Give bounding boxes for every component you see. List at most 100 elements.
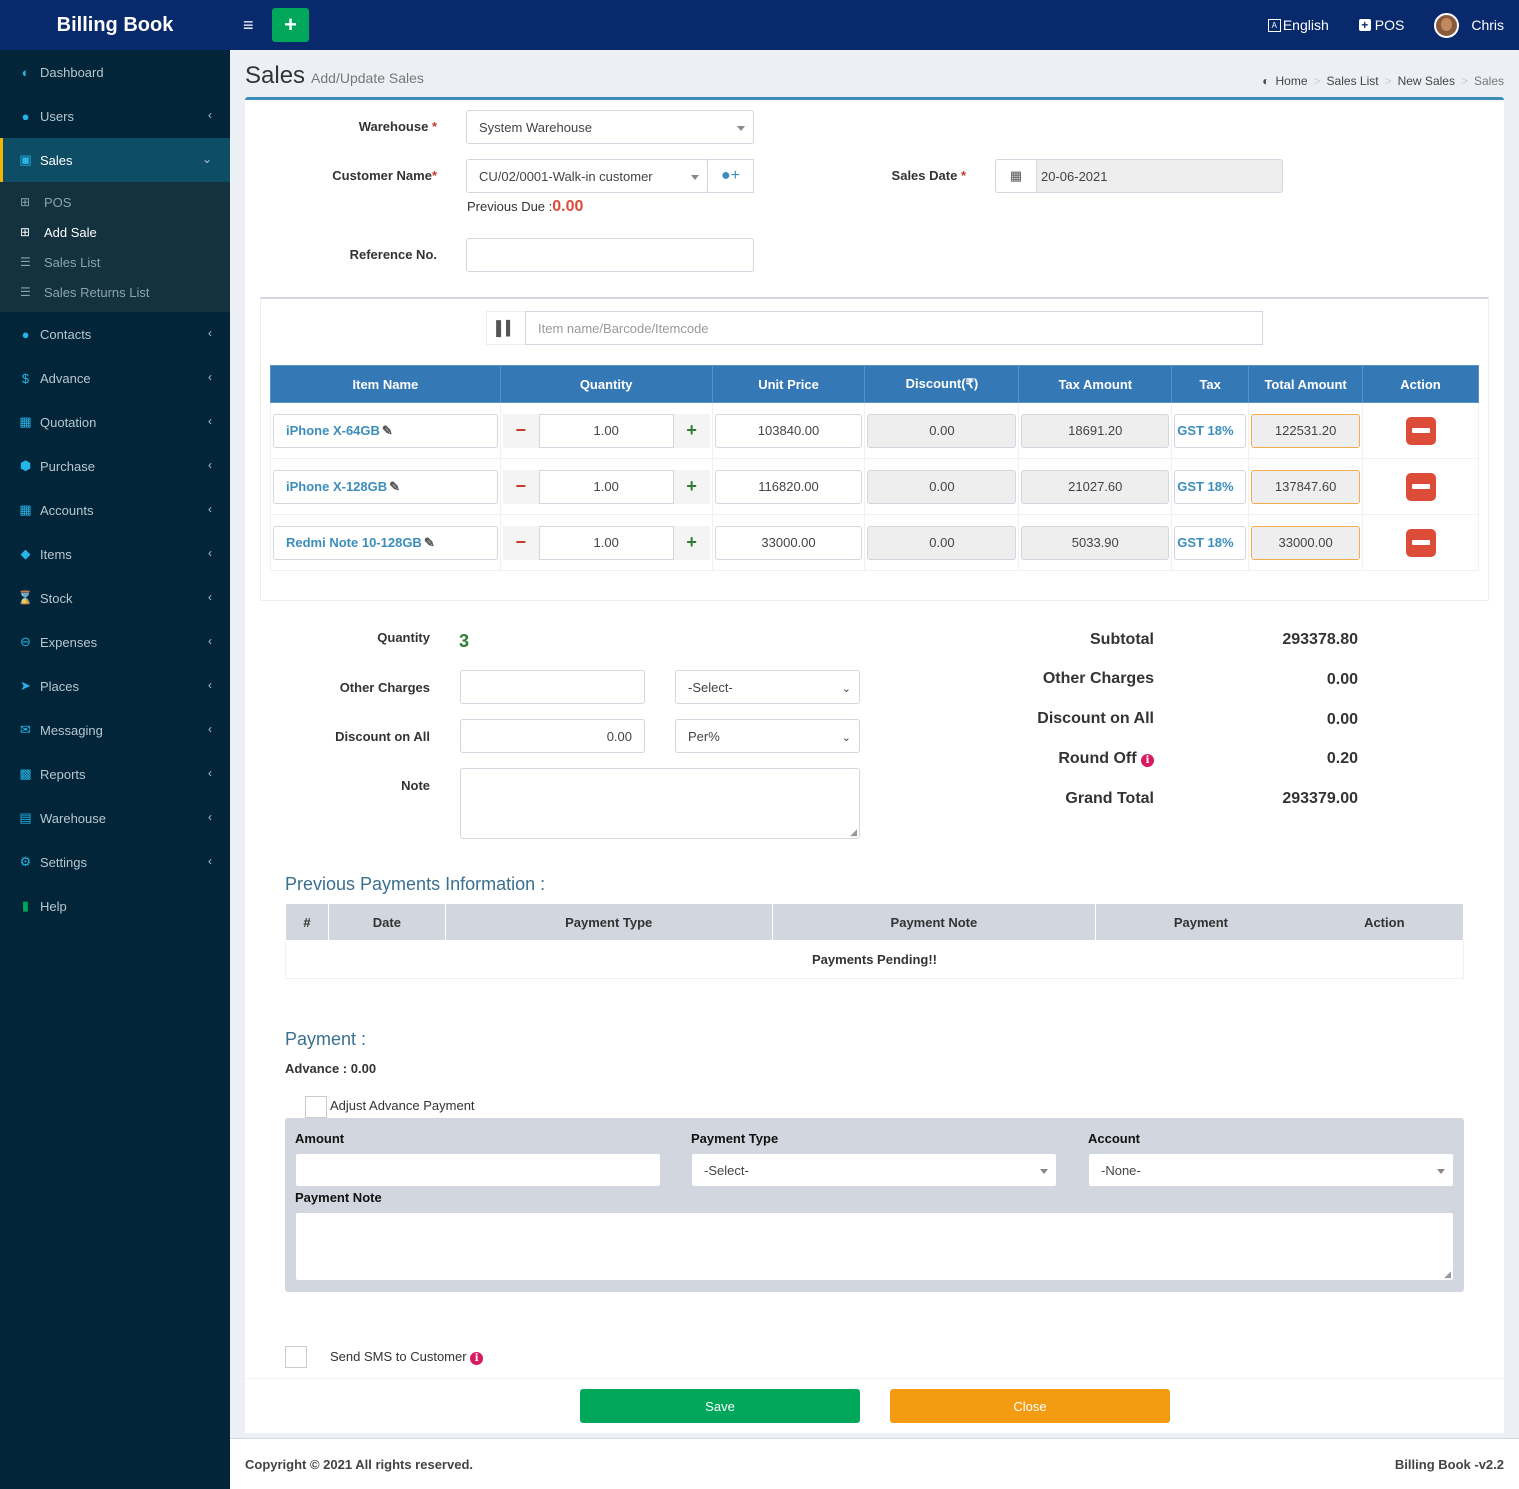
col-discount: Discount(₹) (864, 365, 1020, 403)
sidebar-item-label: Sales (40, 152, 73, 168)
save-button[interactable]: Save (580, 1389, 860, 1423)
edit-icon[interactable]: ✎ (389, 479, 400, 495)
customer-select[interactable]: CU/02/0001-Walk-in customer (466, 159, 708, 193)
col-action: Action (1305, 903, 1464, 941)
sidebar-item-purchase[interactable]: ⬢ Purchase ‹ (0, 444, 230, 488)
edit-icon[interactable]: ✎ (424, 535, 435, 551)
warehouse-select[interactable]: System Warehouse (466, 110, 754, 144)
cogs-icon: ⚙ (19, 854, 32, 869)
info-icon[interactable]: i (470, 1352, 484, 1365)
unit-price-input[interactable]: 103840.00 (714, 413, 863, 448)
quick-add-button[interactable]: + (272, 8, 309, 42)
breadcrumb-home[interactable]: Home (1276, 74, 1308, 88)
submenu-item-add-sale[interactable]: ⊞ Add Sale (0, 217, 230, 247)
remove-item-button[interactable] (1405, 528, 1436, 557)
sidebar-item-places[interactable]: ➤ Places ‹ (0, 664, 230, 708)
sidebar-item-label: Users (40, 108, 74, 124)
sidebar-item-expenses[interactable]: ⊖ Expenses ‹ (0, 620, 230, 664)
resize-handle-icon[interactable]: ◢ (850, 827, 857, 838)
items-table-header: Item Name Quantity Unit Price Discount(₹… (270, 365, 1479, 403)
discount-on-all-input[interactable]: 0.00 (460, 719, 645, 753)
unit-price-input[interactable]: 33000.00 (714, 525, 863, 560)
sidebar-item-label: Stock (40, 590, 73, 606)
sidebar-item-settings[interactable]: ⚙ Settings ‹ (0, 840, 230, 884)
increase-qty-button[interactable]: + (673, 469, 710, 504)
user-menu[interactable]: Chris (1434, 12, 1504, 38)
sidebar-toggle-icon[interactable]: ≡ (243, 15, 259, 35)
send-sms-checkbox[interactable] (285, 1346, 307, 1368)
col-index: # (285, 903, 329, 941)
sidebar-item-messaging[interactable]: ✉ Messaging ‹ (0, 708, 230, 752)
unit-price-input[interactable]: 116820.00 (714, 469, 863, 504)
note-textarea[interactable]: ◢ (460, 768, 860, 839)
increase-qty-button[interactable]: + (673, 525, 710, 560)
payment-note-textarea[interactable]: ◢ (295, 1212, 1454, 1281)
sales-date-label: Sales Date * (891, 168, 966, 183)
amount-input[interactable] (295, 1153, 661, 1187)
discount-type-select[interactable]: Per% ⌄ (675, 719, 860, 753)
decrease-qty-button[interactable]: − (502, 525, 539, 560)
resize-handle-icon[interactable]: ◢ (1444, 1269, 1451, 1280)
item-name-link[interactable]: iPhone X-128GB ✎ (273, 469, 498, 504)
sidebar-item-sales[interactable]: ▣ Sales ⌄ (0, 138, 230, 182)
previous-due: Previous Due :0.00 (467, 198, 583, 216)
info-icon[interactable]: i (1141, 754, 1154, 767)
sidebar-item-stock[interactable]: ⌛ Stock ‹ (0, 576, 230, 620)
close-button[interactable]: Close (890, 1389, 1170, 1423)
remove-item-button[interactable] (1405, 472, 1436, 501)
edit-icon[interactable]: ✎ (382, 423, 393, 439)
brand-logo[interactable]: Billing Book (0, 0, 230, 50)
item-name-link[interactable]: iPhone X-64GB ✎ (273, 413, 498, 448)
chevron-left-icon: ‹ (208, 678, 212, 692)
cubes-icon: ◆ (20, 546, 31, 561)
quantity-input[interactable]: 1.00 (538, 469, 674, 504)
submenu-item-sales-list[interactable]: ☰ Sales List (0, 247, 230, 277)
quantity-input[interactable]: 1.00 (538, 525, 674, 560)
sales-date-input[interactable]: 20-06-2021 (1036, 159, 1283, 193)
sidebar-item-items[interactable]: ◆ Items ‹ (0, 532, 230, 576)
minus-circle-icon: ⊖ (20, 634, 31, 649)
payments-table-header: # Date Payment Type Payment Note Payment… (285, 903, 1464, 941)
other-charges-tax-select[interactable]: -Select- ⌄ (675, 670, 860, 704)
adjust-advance-checkbox[interactable] (305, 1096, 327, 1118)
sidebar-item-label: Places (40, 678, 80, 694)
account-select[interactable]: -None- (1088, 1153, 1454, 1187)
envelope-icon: ✉ (20, 722, 31, 737)
amount-label: Amount (295, 1131, 345, 1146)
list-icon: ☰ (20, 255, 31, 269)
sidebar-item-accounts[interactable]: ▦ Accounts ‹ (0, 488, 230, 532)
quantity-input[interactable]: 1.00 (538, 413, 674, 448)
calendar-icon[interactable]: ▦ (995, 159, 1037, 193)
sidebar-item-users[interactable]: ● Users ‹ (0, 94, 230, 138)
sidebar-item-help[interactable]: ▮ Help (0, 884, 230, 928)
sidebar-item-label: Quotation (40, 414, 97, 430)
payment-type-select[interactable]: -Select- (691, 1153, 1057, 1187)
col-date: Date (327, 903, 446, 941)
sidebar-item-reports[interactable]: ▩ Reports ‹ (0, 752, 230, 796)
sidebar-item-quotation[interactable]: ▦ Quotation ‹ (0, 400, 230, 444)
decrease-qty-button[interactable]: − (502, 413, 539, 448)
pos-link[interactable]: + POS (1358, 17, 1404, 33)
item-name-link[interactable]: Redmi Note 10-128GB ✎ (273, 525, 498, 560)
breadcrumb-sales-list[interactable]: Sales List (1327, 74, 1379, 88)
table-row: Redmi Note 10-128GB ✎ −1.00 + 33000.00 0.0… (270, 514, 1479, 571)
add-customer-button[interactable]: ●+ (707, 159, 754, 193)
language-selector[interactable]: A English (1267, 17, 1329, 33)
remove-item-button[interactable] (1405, 416, 1436, 445)
sidebar-item-advance[interactable]: $ Advance ‹ (0, 356, 230, 400)
col-total-amount: Total Amount (1248, 365, 1364, 403)
item-search-input[interactable]: Item name/Barcode/Itemcode (525, 311, 1263, 345)
hourglass-icon: ⌛ (17, 590, 34, 605)
sidebar-item-warehouse[interactable]: ▤ Warehouse ‹ (0, 796, 230, 840)
decrease-qty-button[interactable]: − (502, 469, 539, 504)
submenu-item-pos[interactable]: ⊞ POS (0, 187, 230, 217)
reference-no-input[interactable] (466, 238, 754, 272)
submenu-item-sales-returns-list[interactable]: ☰ Sales Returns List (0, 277, 230, 307)
sidebar-item-dashboard[interactable]: ◐ Dashboard (0, 50, 230, 94)
subtotal-label: Subtotal (1090, 631, 1154, 648)
round-off-value: 0.20 (1326, 750, 1358, 767)
other-charges-input[interactable] (460, 670, 645, 704)
increase-qty-button[interactable]: + (673, 413, 710, 448)
breadcrumb-new-sales[interactable]: New Sales (1398, 74, 1455, 88)
sidebar-item-contacts[interactable]: ● Contacts ‹ (0, 312, 230, 356)
